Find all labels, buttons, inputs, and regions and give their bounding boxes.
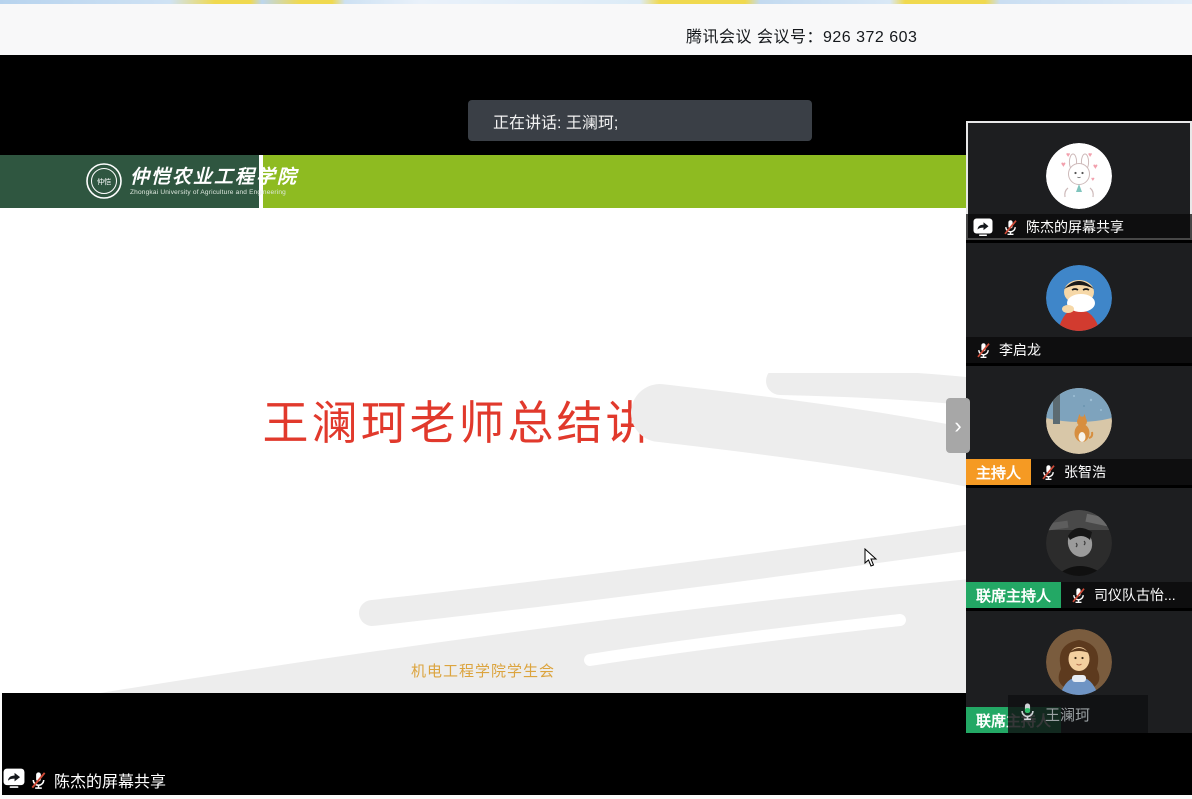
window-edge-left [0, 693, 2, 799]
mic-muted-icon [1040, 464, 1057, 481]
participant-tile-host[interactable]: 主持人 张智浩 [966, 366, 1192, 485]
participant-name: 陈杰的屏幕共享 [1026, 219, 1124, 235]
school-name-en: Zhongkai University of Agriculture and E… [130, 188, 286, 196]
shared-screen-slide: 仲恺 仲恺农业工程学院 Zhongkai University of Agric… [0, 155, 966, 693]
slide-footer: 机电工程学院学生会 [410, 663, 555, 680]
participant-name: 张智浩 [1064, 464, 1107, 480]
mic-muted-icon [975, 342, 992, 359]
participant-name: 王澜珂 [1045, 706, 1091, 724]
participant-label-row: 王澜珂 [1008, 695, 1148, 733]
mic-muted-icon [1070, 587, 1087, 604]
svg-text:仲恺: 仲恺 [97, 177, 111, 186]
mic-muted-icon [1002, 219, 1019, 236]
school-seal-icon: 仲恺 [86, 163, 122, 199]
school-logo: 仲恺 仲恺农业工程学院 Zhongkai University of Agric… [86, 163, 298, 199]
avatar-bw-photo [1046, 510, 1112, 576]
avatar-princess [1046, 629, 1112, 695]
school-name-cn: 仲恺农业工程学院 [130, 165, 299, 188]
participant-tile[interactable]: 李启龙 [966, 243, 1192, 363]
participant-tile-speaker[interactable]: 联席主持人 王澜珂 [966, 611, 1192, 733]
participant-name: 司仪队古怡... [1094, 587, 1176, 603]
role-badge-cohost: 联席主持人 [966, 582, 1062, 608]
screen-share-icon [973, 218, 993, 236]
panel-collapse-button[interactable]: › [946, 398, 970, 453]
avatar-bunny: ♥ ♥ ♥ ♥ ♥ [1046, 143, 1112, 209]
participant-label-row: 联席主持人 司仪队古怡... [966, 582, 1192, 608]
participant-label-row: 李启龙 [966, 337, 1192, 363]
share-source-label: 陈杰的屏幕共享 [54, 774, 167, 791]
mic-muted-icon [29, 771, 48, 790]
participant-label-row: 主持人 张智浩 [966, 459, 1192, 485]
meeting-title: 腾讯会议 会议号：926 372 603 [686, 29, 918, 46]
chevron-right-icon: › [954, 412, 962, 438]
svg-text:♥: ♥ [1093, 162, 1098, 171]
meeting-titlebar: 腾讯会议 会议号：926 372 603 [0, 4, 1192, 55]
svg-text:♥: ♥ [1088, 152, 1092, 159]
svg-text:♥: ♥ [1091, 177, 1095, 183]
avatar-cat-photo [1046, 388, 1112, 454]
avatar-cartoon-boy [1046, 265, 1112, 331]
participant-tile-screen-share[interactable]: ♥ ♥ ♥ ♥ ♥ 陈杰的屏幕共享 [966, 121, 1192, 240]
speaking-toast: 正在讲话: 王澜珂; [468, 100, 812, 141]
slide-header-lime [263, 155, 966, 208]
svg-text:♥: ♥ [1061, 160, 1066, 169]
participant-label-row: 陈杰的屏幕共享 [966, 214, 1192, 240]
participant-tile-cohost[interactable]: 联席主持人 司仪队古怡... [966, 488, 1192, 608]
svg-text:♥: ♥ [1066, 152, 1070, 159]
role-badge-host: 主持人 [966, 459, 1032, 485]
swoosh-graphic [100, 373, 966, 693]
screen-share-icon [3, 768, 25, 793]
meeting-window: 腾讯会议 会议号：926 372 603 正在讲话: 王澜珂; 仲恺 仲恺农业工… [0, 0, 1192, 799]
participant-name: 李启龙 [999, 342, 1041, 358]
speaking-toast-text: 正在讲话: 王澜珂; [493, 114, 619, 132]
bottom-share-indicator: 陈杰的屏幕共享 [3, 766, 166, 794]
window-edge-bottom [0, 795, 1192, 799]
mouse-cursor-icon [864, 548, 878, 567]
mic-speaking-icon [1018, 702, 1037, 726]
